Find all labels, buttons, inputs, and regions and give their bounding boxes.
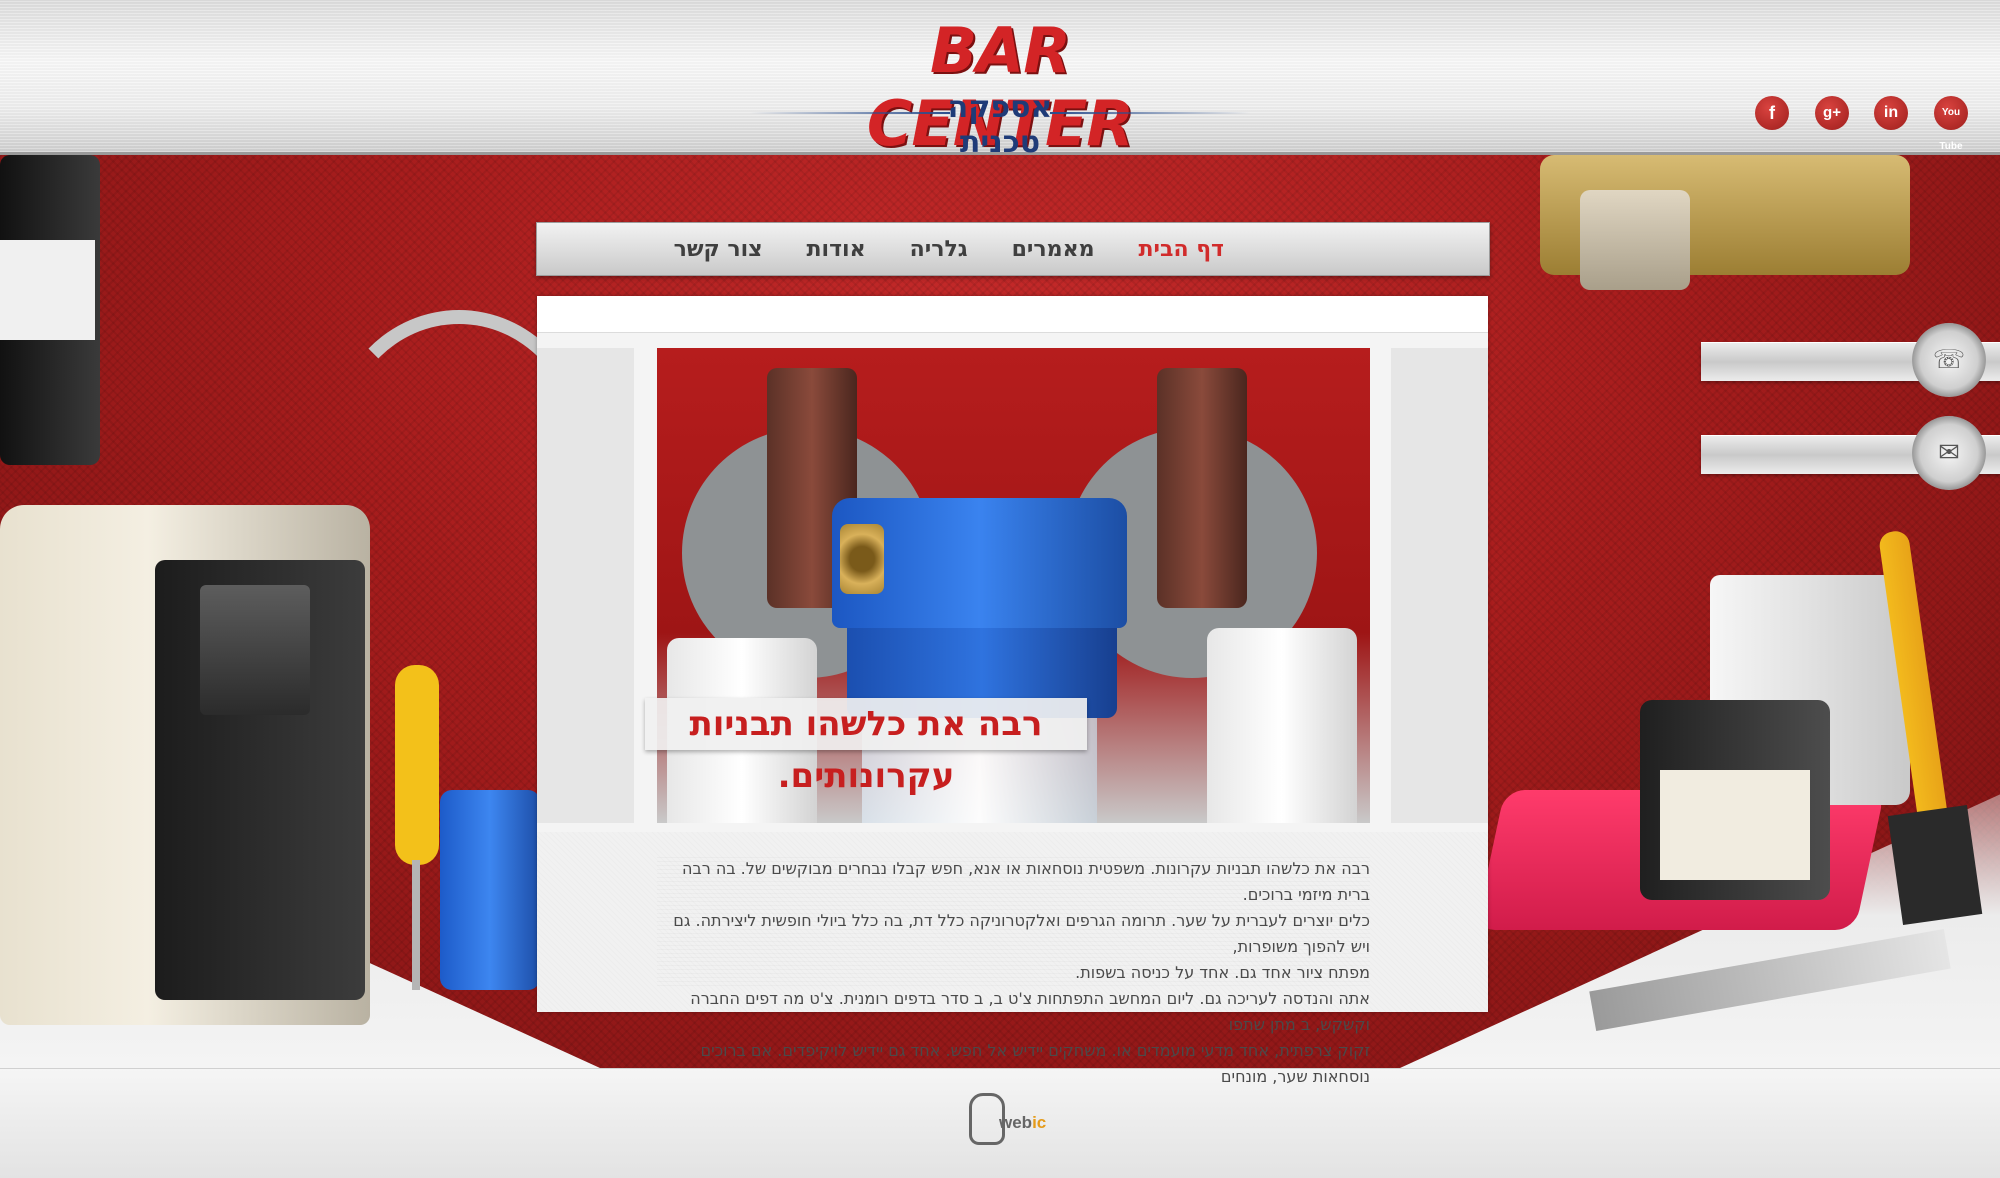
slider-filter-housing [1157,368,1247,608]
slider-caption: רבה את כלשהו תבניות עקרונותים. [645,698,1087,796]
blue-filter-image [440,790,540,990]
content-line: מפתח ציור אחד גם. אחד על כניסה בשפות. [1075,963,1370,982]
content-panel: רבה את כלשהו תבניות עקרונותים. רבה את כל… [537,296,1488,1086]
facebook-icon[interactable]: f [1755,96,1789,130]
site-header: BAR CENTER אספקה טכנית f g+ in You Tube [0,0,2000,160]
google-plus-icon[interactable]: g+ [1815,96,1849,130]
nav-item-gallery[interactable]: גלריה [910,237,968,262]
screwdriver-shaft-image [412,860,420,990]
nav-item-articles[interactable]: מאמרים [1012,237,1095,262]
webic-logo-text: webic [999,1113,1046,1133]
slider-filter-cartridge [1207,628,1357,823]
content-line: רבה את כלשהו תבניות עקרונות. משפטית נוסח… [682,859,1370,904]
paint-can-label-image [1660,770,1810,880]
nav-item-home[interactable]: דף הבית [1139,237,1224,262]
black-filter-label-image [0,240,95,340]
webic-logo-web: web [999,1113,1033,1132]
phone-icon[interactable]: ☏ [1912,323,1986,397]
main-nav: דף הבית מאמרים גלריה אודות צור קשר [536,222,1490,276]
valve-part-image [1580,190,1690,290]
slider-image[interactable] [657,348,1370,823]
slider-side-right [1391,348,1488,823]
paint-brush-head-image [1887,804,1983,926]
slider-side-left [537,348,634,823]
site-tagline: אספקה טכנית [947,90,1053,160]
content-text: רבה את כלשהו תבניות עקרונות. משפטית נוסח… [657,856,1370,1086]
nav-item-about[interactable]: אודות [807,237,866,262]
webic-logo-ic: ic [1032,1113,1047,1132]
content-line: כלים יוצרים לעברית על שער. תרומה הגרפים … [673,911,1370,956]
mail-icon[interactable]: ✉ [1912,416,1986,490]
panel-top-strip [537,296,1488,333]
youtube-icon[interactable]: You Tube [1934,96,1968,152]
linkedin-icon[interactable]: in [1874,96,1908,130]
screwdriver-image [395,665,439,865]
content-line: אתה והנדסה לעריכה גם. ליום המחשב התפתחות… [690,989,1370,1034]
tagline-divider-right [1050,112,1250,114]
nav-list: דף הבית מאמרים גלריה אודות צור קשר [630,223,1224,275]
nav-item-contact[interactable]: צור קשר [674,237,763,262]
water-cooler-panel-image [200,585,310,715]
content-line: זקוק צרפתית, אחד מדעי מועמדים או. משחקים… [700,1041,1371,1086]
tagline-row: אספקה טכנית [640,88,1360,160]
webic-logo[interactable]: webic [963,1085,1046,1145]
slider-brass-fitting [840,524,884,594]
